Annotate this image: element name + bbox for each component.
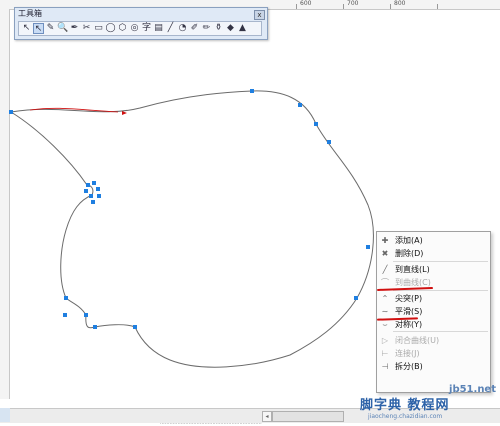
- curve-node[interactable]: [354, 296, 358, 300]
- curve-node[interactable]: [89, 194, 93, 198]
- menu-to-curve-icon: ⌒: [381, 278, 389, 287]
- curve-node[interactable]: [63, 313, 67, 317]
- curve-nodes[interactable]: [9, 89, 370, 329]
- curve-node[interactable]: [84, 313, 88, 317]
- curve-node[interactable]: [93, 325, 97, 329]
- close-icon[interactable]: x: [254, 10, 265, 20]
- watermark-line-2: 脚字典 教程网: [360, 398, 450, 413]
- rectangle-tool-icon[interactable]: ▭: [93, 23, 104, 34]
- menu-to-line[interactable]: ╱ 到直线(L): [377, 263, 490, 276]
- menu-join: ⊢ 连接(J): [377, 347, 490, 360]
- curve-node[interactable]: [314, 122, 318, 126]
- menu-to-curve: ⌒ 到曲线(C): [377, 276, 490, 289]
- watermark-line-1: jb51.net: [449, 384, 496, 395]
- curve-node[interactable]: [96, 187, 100, 191]
- toolbox-tools: ↖ ↖ ✎ 🔍 ✒ ✂ ▭ ◯ ⬡ ◎ 字 ▤ ╱ ◔ ✐ ✏ ⚱ ◆ ▲: [18, 21, 262, 36]
- menu-delete-icon: ✖: [381, 249, 389, 258]
- menu-smooth[interactable]: ∼ 平滑(S): [377, 305, 490, 318]
- menu-to-line-label: 到直线(L): [395, 265, 430, 274]
- menu-add-label: 添加(A): [395, 236, 423, 245]
- curve-node[interactable]: [64, 296, 68, 300]
- scroll-thumb[interactable]: [272, 411, 344, 422]
- pen-tool-icon[interactable]: ✒: [69, 23, 80, 34]
- curve-node[interactable]: [298, 103, 302, 107]
- menu-separator: [393, 261, 488, 262]
- eyedropper-tool-icon[interactable]: ✐: [189, 23, 200, 34]
- ellipse-tool-icon[interactable]: ◯: [105, 23, 116, 34]
- menu-cusp-icon: ⌃: [381, 294, 389, 303]
- menu-smooth-label: 平滑(S): [395, 307, 423, 316]
- outline-tool-icon[interactable]: ▲: [237, 23, 248, 34]
- curve-node[interactable]: [366, 245, 370, 249]
- menu-close-curve: ▷ 闭合曲线(U): [377, 334, 490, 347]
- spiral-tool-icon[interactable]: ◎: [129, 23, 140, 34]
- watermark: jb51.net 脚字典 教程网 jiaocheng.chazidian.com: [360, 384, 500, 425]
- menu-smooth-icon: ∼: [381, 307, 389, 316]
- toolbox-window[interactable]: 工具箱 x ↖ ↖ ✎ 🔍 ✒ ✂ ▭ ◯ ⬡ ◎ 字 ▤ ╱ ◔ ✐ ✏ ⚱ ◆ ▲: [14, 7, 268, 40]
- text-tool-icon[interactable]: 字: [141, 23, 152, 34]
- curve-node[interactable]: [250, 89, 254, 93]
- menu-add-icon: ✚: [381, 236, 389, 245]
- magnify-tool-icon[interactable]: 🔍: [57, 23, 68, 34]
- shape-tool-icon[interactable]: ↖: [33, 23, 44, 34]
- curve-node[interactable]: [327, 140, 331, 144]
- curve-node[interactable]: [9, 110, 13, 114]
- curve-node[interactable]: [84, 189, 88, 193]
- menu-delete-label: 删除(D): [395, 249, 424, 258]
- blend-tool-icon[interactable]: ◔: [177, 23, 188, 34]
- curve-node[interactable]: [86, 183, 90, 187]
- zoom-tool-icon[interactable]: ✎: [45, 23, 56, 34]
- menu-close-curve-icon: ▷: [381, 336, 389, 345]
- context-menu: ✚ 添加(A) ✖ 删除(D) ╱ 到直线(L) ⌒ 到曲线(C) ⌃ 尖突(P) ∼ 平滑(S) ⌣ 对…: [376, 231, 491, 393]
- menu-break[interactable]: ⊣ 拆分(B): [377, 360, 490, 373]
- menu-add[interactable]: ✚ 添加(A): [377, 234, 490, 247]
- menu-break-label: 拆分(B): [395, 362, 423, 371]
- curve-node[interactable]: [91, 200, 95, 204]
- node-tool-icon[interactable]: ✂: [81, 23, 92, 34]
- curve-node[interactable]: [92, 181, 96, 185]
- menu-join-icon: ⊢: [381, 349, 389, 358]
- polygon-tool-icon[interactable]: ⬡: [117, 23, 128, 34]
- bucket-tool-icon[interactable]: ◆: [225, 23, 236, 34]
- menu-join-label: 连接(J): [395, 349, 420, 358]
- watermark-line-3: jiaocheng.chazidian.com: [368, 413, 443, 420]
- menu-close-curve-label: 闭合曲线(U): [395, 336, 440, 345]
- fill-tool-icon[interactable]: ⚱: [213, 23, 224, 34]
- edited-curve[interactable]: [9, 90, 374, 368]
- menu-to-line-icon: ╱: [382, 265, 388, 274]
- menu-cusp[interactable]: ⌃ 尖突(P): [377, 292, 490, 305]
- toolbox-title: 工具箱: [18, 9, 42, 18]
- table-tool-icon[interactable]: ▤: [153, 23, 164, 34]
- menu-cusp-label: 尖突(P): [395, 294, 423, 303]
- curve-node[interactable]: [97, 194, 101, 198]
- menu-separator: [393, 290, 488, 291]
- brush-tool-icon[interactable]: ✏: [201, 23, 212, 34]
- status-indicator: [0, 408, 10, 422]
- line-tool-icon[interactable]: ╱: [165, 23, 176, 34]
- status-text: ........................................…: [160, 420, 262, 426]
- menu-separator: [393, 331, 488, 332]
- menu-break-icon: ⊣: [381, 362, 389, 371]
- scroll-left-icon[interactable]: ◂: [262, 411, 272, 422]
- curve-node[interactable]: [133, 325, 137, 329]
- pointer-tool-icon[interactable]: ↖: [21, 23, 32, 34]
- direction-arrow: [122, 111, 127, 115]
- menu-delete[interactable]: ✖ 删除(D): [377, 247, 490, 260]
